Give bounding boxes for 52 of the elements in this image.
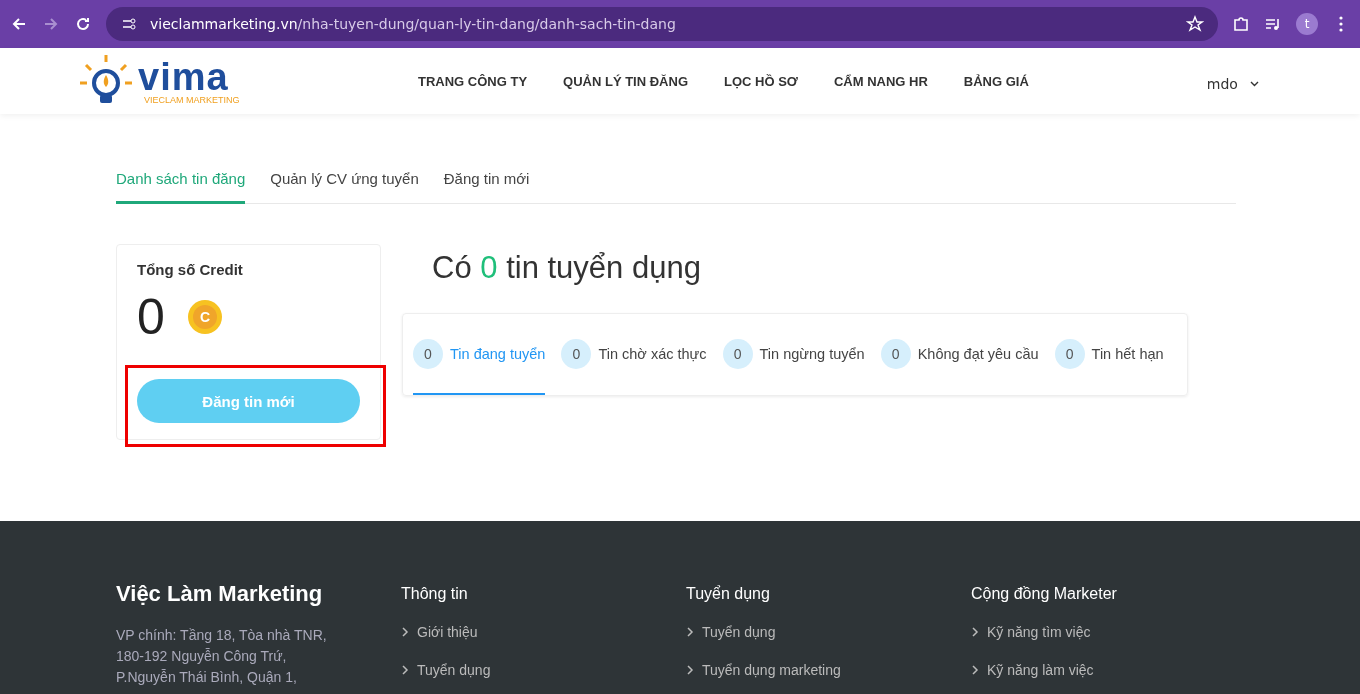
logo-tagline: VIECLAM MARKETING <box>144 95 240 105</box>
footer-heading: Thông tin <box>401 585 469 603</box>
chevron-icon <box>971 627 979 637</box>
footer-link[interactable]: Kỹ năng tìm việc <box>971 623 1256 641</box>
logo-text: vima <box>138 57 229 96</box>
nav-link[interactable]: LỌC HỒ SƠ <box>724 73 798 89</box>
status-label: Không đạt yêu cầu <box>917 345 1039 362</box>
credit-title: Tổng số Credit <box>137 261 244 278</box>
credit-amount: 0 <box>137 288 165 346</box>
status-label: Tin đang tuyển <box>450 345 546 362</box>
footer-link[interactable]: Tuyển dụng marketing <box>686 661 971 679</box>
chevron-icon <box>686 627 694 637</box>
page-tab[interactable]: Đăng tin mới <box>443 168 530 204</box>
status-tab[interactable]: 0 Tin ngừng tuyển <box>722 314 865 395</box>
count-badge: 0 <box>722 338 753 369</box>
chevron-icon <box>401 665 409 675</box>
nav-link[interactable]: TRANG CÔNG TY <box>418 73 528 89</box>
count-badge: 0 <box>561 338 592 369</box>
count-badge: 0 <box>413 338 443 369</box>
chevron-icon <box>686 665 694 675</box>
status-tab[interactable]: 0 Tin đang tuyển <box>413 314 546 395</box>
footer-link[interactable]: Tuyển dụng <box>401 661 686 679</box>
chevron-icon <box>971 665 979 675</box>
footer-link[interactable]: Giới thiệu <box>401 623 686 641</box>
site-settings-icon[interactable] <box>120 15 138 33</box>
count-badge: 0 <box>880 338 911 369</box>
footer-link[interactable]: Kỹ năng làm việc <box>971 661 1256 679</box>
nav-link[interactable]: BẢNG GIÁ <box>963 73 1029 89</box>
count-badge: 0 <box>1054 338 1085 369</box>
url-text: vieclammarketing.vn/nha-tuyen-dung/quan-ly-tin-dang/danh-sach-tin-dang <box>150 16 676 32</box>
chevron-icon <box>401 627 409 637</box>
coin-icon: C <box>186 299 223 335</box>
star-icon[interactable] <box>1186 15 1204 33</box>
job-count-heading: Có 0 tin tuyển dụng <box>432 250 702 287</box>
footer-heading: Cộng đồng Marketer <box>971 585 1118 603</box>
footer-heading: Tuyển dụng <box>686 585 771 603</box>
nav-link[interactable]: QUẢN LÝ TIN ĐĂNG <box>563 73 688 89</box>
status-label: Tin chờ xác thực <box>598 345 707 362</box>
footer-brand: Việc Làm Marketing <box>116 581 324 607</box>
user-name[interactable]: mdo <box>1206 76 1238 92</box>
nav-link[interactable]: CẨM NANG HR <box>833 73 928 89</box>
reload-icon[interactable] <box>74 15 92 33</box>
page-tab[interactable]: Quản lý CV ứng tuyển <box>270 168 419 204</box>
status-label: Tin hết hạn <box>1091 345 1164 362</box>
status-tab[interactable]: 0 Không đạt yêu cầu <box>880 314 1039 395</box>
footer-address: VP chính: Tầng 18, Tòa nhà TNR, 180-192 Nguyễn Công Trứ, P.Nguyễn Thái Bình, Quận 1, <box>116 626 328 687</box>
status-tab[interactable]: 0 Tin hết hạn <box>1054 314 1164 395</box>
footer-link[interactable]: Tuyển dụng <box>686 623 971 641</box>
address-bar[interactable]: vieclammarketing.vn/nha-tuyen-dung/quan-ly-tin-dang/danh-sach-tin-dang <box>106 7 1218 41</box>
status-label: Tin ngừng tuyển <box>759 345 865 362</box>
caret-icon[interactable] <box>1249 81 1259 87</box>
status-tab[interactable]: 0 Tin chờ xác thực <box>561 314 707 395</box>
